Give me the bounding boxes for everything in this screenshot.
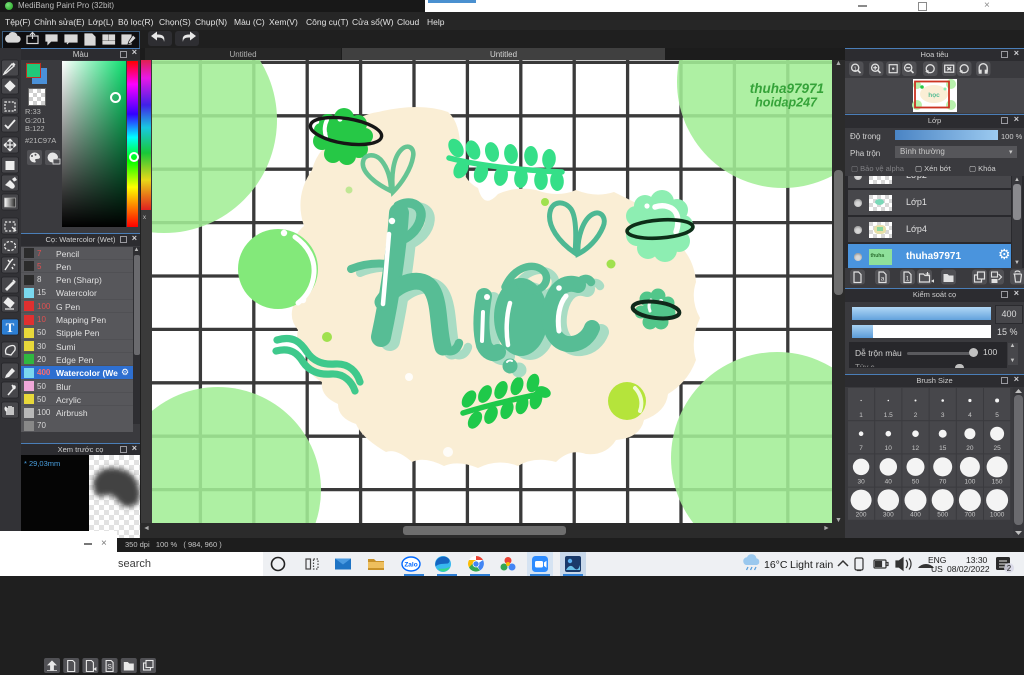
svg-text:12: 12 (912, 445, 920, 452)
svg-text:40: 40 (885, 478, 893, 485)
svg-text:150: 150 (992, 478, 1003, 485)
svg-text:thuha97971: thuha97971 (750, 81, 824, 96)
svg-text:1: 1 (859, 412, 863, 419)
svg-text:4: 4 (968, 412, 972, 419)
svg-text:2: 2 (1007, 564, 1012, 573)
svg-text:1: 1 (906, 276, 910, 283)
svg-text:700: 700 (964, 512, 975, 519)
svg-text:20: 20 (966, 445, 974, 452)
svg-text:200: 200 (856, 512, 867, 519)
svg-text:08/02/2022: 08/02/2022 (947, 564, 990, 574)
svg-text:Light rain: Light rain (790, 559, 833, 571)
svg-text:1: 1 (854, 67, 857, 73)
svg-text:x: x (143, 215, 146, 221)
svg-text:400: 400 (910, 512, 921, 519)
svg-text:1000: 1000 (990, 512, 1005, 519)
svg-text:70: 70 (939, 478, 947, 485)
svg-text:500: 500 (937, 512, 948, 519)
svg-text:học: học (928, 92, 940, 99)
svg-text:3: 3 (941, 412, 945, 419)
svg-text:US: US (931, 564, 943, 574)
svg-text:S: S (107, 664, 112, 671)
svg-text:30: 30 (857, 478, 865, 485)
svg-text:5: 5 (995, 412, 999, 419)
svg-text:hoidap247: hoidap247 (755, 96, 818, 110)
svg-text:100: 100 (964, 478, 975, 485)
svg-text:T: T (6, 320, 15, 335)
svg-text:Zalo: Zalo (404, 562, 417, 569)
svg-text:10: 10 (885, 445, 893, 452)
svg-text:a: a (881, 276, 885, 283)
svg-text:15: 15 (939, 445, 947, 452)
svg-text:300: 300 (883, 512, 894, 519)
svg-text:7: 7 (859, 445, 863, 452)
svg-text:2: 2 (914, 412, 918, 419)
svg-text:1.5: 1.5 (884, 412, 893, 419)
svg-text:16°C: 16°C (764, 559, 788, 571)
svg-text:50: 50 (912, 478, 920, 485)
svg-text:25: 25 (993, 445, 1001, 452)
